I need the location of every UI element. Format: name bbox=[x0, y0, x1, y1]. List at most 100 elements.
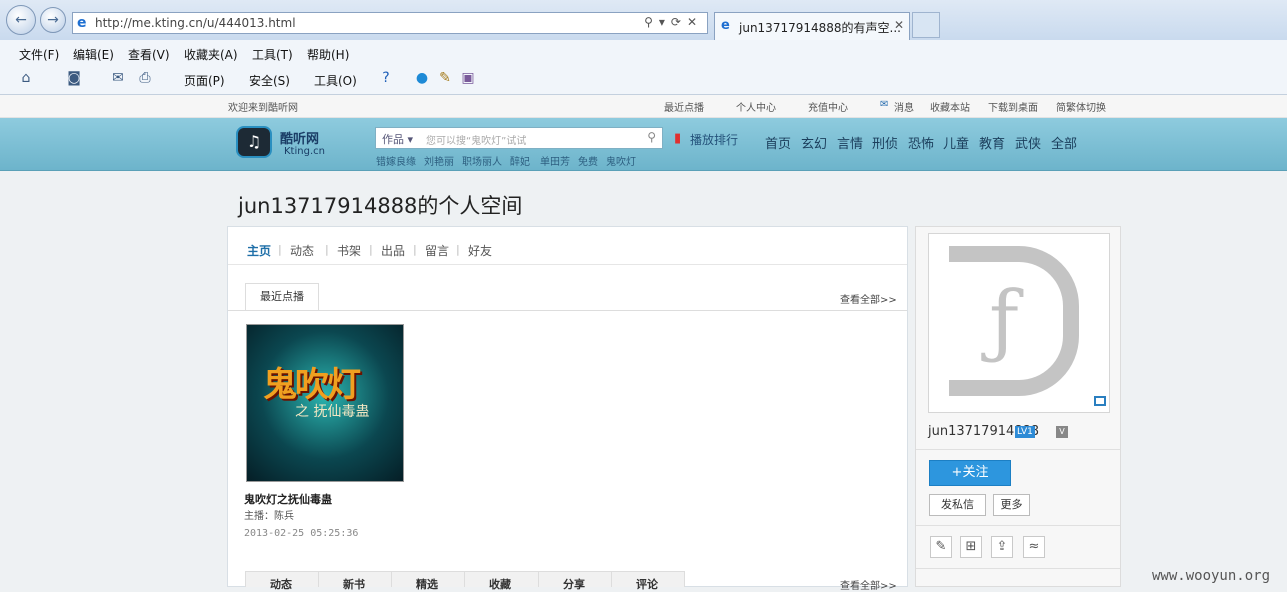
search-box[interactable]: 作品 ▾ 您可以搜“鬼吹灯”试试 ⚲ bbox=[375, 127, 663, 149]
logo-name[interactable]: 酷听网 bbox=[280, 128, 319, 147]
nav-romance[interactable]: 言情 bbox=[837, 133, 863, 152]
rank-chart-icon: ▮ bbox=[674, 131, 682, 146]
edit-icon[interactable]: ✎ bbox=[930, 536, 952, 558]
upload-icon[interactable]: ⇪ bbox=[991, 536, 1013, 558]
nav-horror[interactable]: 恐怖 bbox=[908, 133, 934, 152]
nav-fantasy[interactable]: 玄幻 bbox=[801, 133, 827, 152]
tab-separator bbox=[318, 572, 319, 587]
level-badge: LV1 bbox=[1015, 426, 1035, 438]
avatar[interactable]: ƒ bbox=[928, 233, 1110, 413]
search-refresh-stop-icons[interactable]: ⚲▾⟳✕ bbox=[644, 15, 703, 29]
tab-works[interactable]: 出品 bbox=[381, 242, 405, 259]
toplink-recharge[interactable]: 充值中心 bbox=[808, 99, 848, 114]
tab-messages[interactable]: 留言 bbox=[425, 242, 449, 259]
hot-word[interactable]: 免费 bbox=[578, 153, 598, 168]
nav-education[interactable]: 教育 bbox=[979, 133, 1005, 152]
address-url[interactable]: http://me.kting.cn/u/444013.html bbox=[95, 16, 296, 30]
logo-icon[interactable]: ♫ bbox=[236, 126, 272, 158]
hot-word[interactable]: 职场丽人 bbox=[462, 153, 502, 168]
toplink-language[interactable]: 简繁体切换 bbox=[1056, 99, 1106, 114]
safety-menu[interactable]: 安全(S) bbox=[249, 72, 290, 89]
btab-comments[interactable]: 评论 bbox=[636, 576, 658, 592]
btab-featured[interactable]: 精选 bbox=[416, 576, 438, 592]
menu-favorites[interactable]: 收藏夹(A) bbox=[184, 46, 238, 63]
toplink-messages[interactable]: 消息 bbox=[894, 99, 914, 114]
page-menu[interactable]: 页面(P) bbox=[184, 72, 225, 89]
rank-link[interactable]: 播放排行 bbox=[690, 131, 738, 148]
menu-view[interactable]: 查看(V) bbox=[128, 46, 170, 63]
tab-separator: | bbox=[278, 243, 282, 256]
tab-separator: | bbox=[456, 243, 460, 256]
divider bbox=[916, 525, 1120, 526]
feeds-icon[interactable]: ◙ bbox=[66, 70, 82, 86]
gift-icon[interactable]: ⊞ bbox=[960, 536, 982, 558]
tab-separator bbox=[391, 572, 392, 587]
blog-icon[interactable]: ▣ bbox=[460, 70, 476, 86]
toplink-personal[interactable]: 个人中心 bbox=[736, 99, 776, 114]
toplink-download[interactable]: 下载到桌面 bbox=[988, 99, 1038, 114]
bottom-tab-bar bbox=[245, 571, 685, 587]
follow-button[interactable]: +关注 bbox=[929, 460, 1011, 486]
tab-title: jun13717914888的有声空... bbox=[739, 21, 901, 35]
messenger-icon[interactable]: ● bbox=[414, 70, 430, 86]
book-title[interactable]: 鬼吹灯之抚仙毒蛊 bbox=[244, 491, 332, 507]
send-message-button[interactable]: 发私信 bbox=[929, 494, 986, 516]
toplink-recent[interactable]: 最近点播 bbox=[664, 99, 704, 114]
home-icon[interactable]: ⌂ bbox=[18, 70, 34, 86]
forward-button[interactable]: → bbox=[40, 7, 66, 33]
welcome-text: 欢迎来到酷听网 bbox=[228, 103, 298, 114]
search-category-select[interactable]: 作品 ▾ bbox=[382, 131, 413, 147]
hot-word[interactable]: 刘艳丽 bbox=[424, 153, 454, 168]
tab-friends[interactable]: 好友 bbox=[468, 242, 492, 259]
default-avatar-letter: ƒ bbox=[989, 274, 1019, 367]
tab-bookshelf[interactable]: 书架 bbox=[337, 242, 361, 259]
book-date: 2013-02-25 05:25:36 bbox=[244, 528, 359, 539]
hot-word[interactable]: 醉妃 bbox=[510, 153, 530, 168]
nav-martial[interactable]: 武侠 bbox=[1015, 133, 1041, 152]
btab-new[interactable]: 新书 bbox=[343, 576, 365, 592]
close-tab-icon[interactable]: ✕ bbox=[894, 18, 904, 32]
cover-subtitle: 之 抚仙毒蛊 bbox=[295, 404, 370, 420]
divider bbox=[916, 568, 1120, 569]
tab-separator: | bbox=[413, 243, 417, 256]
nav-all[interactable]: 全部 bbox=[1051, 133, 1077, 152]
search-input[interactable]: 您可以搜“鬼吹灯”试试 bbox=[426, 132, 526, 147]
hot-word[interactable]: 错嫁良缘 bbox=[376, 153, 416, 168]
nav-crime[interactable]: 刑侦 bbox=[872, 133, 898, 152]
book-cover[interactable]: 鬼吹灯 之 抚仙毒蛊 bbox=[246, 324, 404, 482]
help-icon[interactable]: ? bbox=[378, 70, 394, 86]
back-button[interactable]: ← bbox=[6, 5, 36, 35]
mail-icon[interactable]: ✉ bbox=[110, 70, 126, 86]
view-all-link[interactable]: 查看全部>> bbox=[840, 577, 897, 592]
toplink-bookmark[interactable]: 收藏本站 bbox=[930, 99, 970, 114]
btab-share[interactable]: 分享 bbox=[563, 576, 585, 592]
hot-word[interactable]: 单田芳 bbox=[540, 153, 570, 168]
divider bbox=[228, 264, 907, 265]
tab-activity[interactable]: 动态 bbox=[290, 242, 314, 259]
search-icon[interactable]: ⚲ bbox=[647, 130, 656, 144]
menu-help[interactable]: 帮助(H) bbox=[307, 46, 349, 63]
tab-separator: | bbox=[325, 243, 329, 256]
menu-file[interactable]: 文件(F) bbox=[19, 46, 59, 63]
nav-children[interactable]: 儿童 bbox=[943, 133, 969, 152]
tab-home[interactable]: 主页 bbox=[247, 242, 271, 259]
fish-icon[interactable]: ≈ bbox=[1023, 536, 1045, 558]
btab-activity[interactable]: 动态 bbox=[270, 576, 292, 592]
address-bar[interactable]: e http://me.kting.cn/u/444013.html ⚲▾⟳✕ bbox=[72, 12, 708, 34]
logo-domain: Kting.cn bbox=[284, 146, 325, 157]
nav-home[interactable]: 首页 bbox=[765, 133, 791, 152]
menu-tools[interactable]: 工具(T) bbox=[252, 46, 293, 63]
more-button[interactable]: 更多 bbox=[993, 494, 1030, 516]
print-icon[interactable]: ⎙ bbox=[137, 70, 153, 86]
btab-favorites[interactable]: 收藏 bbox=[489, 576, 511, 592]
browser-tab[interactable]: e jun13717914888的有声空... ✕ bbox=[714, 12, 910, 40]
new-tab-button[interactable] bbox=[912, 12, 940, 38]
hot-word[interactable]: 鬼吹灯 bbox=[606, 153, 636, 168]
menu-edit[interactable]: 编辑(E) bbox=[73, 46, 114, 63]
tools-menu[interactable]: 工具(O) bbox=[314, 72, 357, 89]
monitor-icon[interactable] bbox=[1094, 396, 1106, 406]
view-all-link[interactable]: 查看全部>> bbox=[840, 291, 897, 306]
research-icon[interactable]: ✎ bbox=[437, 70, 453, 86]
tab-recent-plays[interactable]: 最近点播 bbox=[245, 283, 319, 311]
watermark: www.wooyun.org bbox=[1152, 568, 1271, 584]
